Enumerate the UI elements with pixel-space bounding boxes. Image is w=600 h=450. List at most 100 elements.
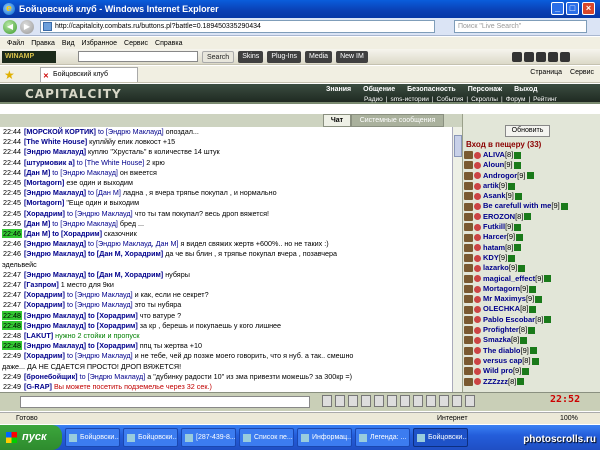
user-list-item[interactable]: Futkill [9] [464, 222, 592, 232]
user-info-icon[interactable] [514, 244, 522, 252]
chat-recipient[interactable]: to [Эндрю Маклауд] [52, 219, 118, 228]
user-name[interactable]: Smazka [483, 335, 511, 345]
filter-icon[interactable] [348, 395, 358, 407]
user-name[interactable]: versus cap [483, 356, 522, 366]
user-list-item[interactable]: Pablo Escobar [8] [464, 315, 592, 325]
chat-sender[interactable]: [G-RAP] [24, 382, 52, 391]
user-name[interactable]: KDY [483, 253, 499, 263]
play-icon[interactable] [524, 51, 534, 62]
taskbar-item[interactable]: Легенда: ... [355, 428, 410, 447]
pause-icon[interactable] [536, 51, 546, 62]
user-info-icon[interactable] [524, 213, 532, 221]
chat-scrollbar[interactable] [452, 127, 462, 392]
media-button[interactable]: Media [305, 50, 333, 63]
nav-communication[interactable]: Общение [363, 86, 395, 93]
user-info-icon[interactable] [508, 182, 516, 190]
chat-sender[interactable]: [Хорадрим] [24, 300, 65, 309]
user-name[interactable]: Futkill [483, 222, 505, 232]
user-name[interactable]: EROZON [483, 212, 515, 222]
user-info-icon[interactable] [529, 347, 537, 355]
chat-sender[interactable]: [Эндрю Маклауд] [24, 311, 86, 320]
user-info-icon[interactable] [544, 316, 552, 324]
chat-private-recipient[interactable]: to [Дан М, Хорадрим] [88, 270, 163, 279]
back-button[interactable]: ◀ [3, 19, 17, 34]
inventory-icon[interactable] [413, 395, 423, 407]
user-info-icon[interactable] [514, 192, 522, 200]
browser-tab[interactable]: ✕ Бойцовский клуб [40, 67, 138, 82]
chat-private-recipient[interactable]: to [Дан М, Хорадрим] [88, 249, 163, 258]
minimize-button[interactable]: _ [551, 2, 564, 15]
subnav-link[interactable]: sms-истории [390, 96, 428, 103]
user-list-item[interactable]: Mortagorn [9] [464, 284, 592, 294]
menu-help[interactable]: Справка [155, 40, 182, 47]
user-name[interactable]: lazarko [483, 263, 509, 273]
chat-sender[interactable]: [Эндрю Маклауд] [24, 239, 86, 248]
menu-file[interactable]: Файл [7, 40, 24, 47]
user-list-item[interactable]: magical_effect [9] [464, 274, 592, 284]
forward-button[interactable]: ▶ [20, 19, 34, 34]
user-info-icon[interactable] [514, 223, 522, 231]
user-name[interactable]: Pablo Escobar [483, 315, 535, 325]
chat-sender[interactable]: [Дан М] [24, 219, 50, 228]
subnav-link[interactable]: Скроллы [471, 96, 498, 103]
user-info-icon[interactable] [508, 254, 516, 262]
chat-sender[interactable]: [Хорадрим] [24, 351, 65, 360]
user-name[interactable]: The diablo [483, 346, 521, 356]
chat-sender[interactable]: [Газпром] [24, 280, 59, 289]
user-info-icon[interactable] [560, 203, 568, 211]
user-info-icon[interactable] [529, 306, 537, 314]
chat-sender[interactable]: [Mortagorn] [24, 198, 64, 207]
user-name[interactable]: Asank [483, 191, 506, 201]
chat-sender[interactable]: [Хорадрим] [24, 209, 65, 218]
chat-recipient[interactable]: to [The White House] [77, 158, 145, 167]
tab-close-icon[interactable]: ✕ [43, 70, 49, 84]
user-list-item[interactable]: Profighter [8] [464, 325, 592, 335]
chat-private-recipient[interactable]: to [Хорадрим] [88, 321, 138, 330]
user-name[interactable]: ZZZzzz [483, 377, 508, 386]
user-name[interactable]: Mr Maximys [483, 294, 526, 304]
menu-edit[interactable]: Правка [31, 40, 55, 47]
refresh-button[interactable]: Обновить [505, 125, 550, 137]
map-icon[interactable] [400, 395, 410, 407]
nav-knowledge[interactable]: Знания [326, 86, 351, 93]
prev-icon[interactable] [512, 51, 522, 62]
chat-sender[interactable]: [бронебойщик] [24, 372, 78, 381]
chat-recipient[interactable]: to [Эндрю Маклауд] [52, 168, 118, 177]
user-name[interactable]: Harcer [483, 232, 507, 242]
chat-private-recipient[interactable]: to [Хорадрим] [88, 341, 138, 350]
chat-sender[interactable]: [Эндрю Маклауд] [24, 341, 86, 350]
menu-view[interactable]: Вид [62, 40, 75, 47]
subnav-link[interactable]: События [437, 96, 464, 103]
user-info-icon[interactable] [531, 357, 539, 365]
plugins-button[interactable]: Plug-Ins [267, 50, 301, 63]
taskbar-item[interactable]: Список пе... [239, 428, 294, 447]
chat-recipient[interactable]: to [Эндрю Маклауд, Дан М] [88, 239, 178, 248]
winamp-logo[interactable]: WINAMP [2, 50, 56, 63]
user-name[interactable]: Aloun [483, 160, 504, 170]
taskbar-item[interactable]: Бойцовски... [123, 428, 178, 447]
user-list-item[interactable]: Wild pro [9] [464, 366, 592, 376]
taskbar-item[interactable]: Информац... [297, 428, 352, 447]
next-icon[interactable] [560, 51, 570, 62]
chat-recipient[interactable]: to [Эндрю Маклауд] [67, 209, 133, 218]
chat-sender[interactable]: [МОРСКОЙ КОРТИК] [24, 127, 96, 136]
subnav-link[interactable]: Форум [506, 96, 526, 103]
user-name[interactable]: ALIVA [483, 150, 505, 160]
user-info-icon[interactable] [516, 234, 524, 242]
user-info-icon[interactable] [529, 285, 537, 293]
smile-icon[interactable] [322, 395, 332, 407]
user-list-item[interactable]: Be carefull with me [9] [464, 201, 592, 211]
user-list-item[interactable]: EROZON [8] [464, 212, 592, 222]
user-info-icon[interactable] [544, 275, 552, 283]
chat-sender[interactable]: [штурмовик а] [24, 158, 75, 167]
chat-recipient[interactable]: to [Эндрю Маклауд] [80, 372, 146, 381]
user-list-item[interactable]: OLECHKA [8] [464, 304, 592, 314]
taskbar-item[interactable]: Бойцовски... [413, 428, 468, 447]
user-list-item[interactable]: ALIVA [8] [464, 150, 592, 160]
translit-icon[interactable] [374, 395, 384, 407]
user-info-icon[interactable] [526, 172, 534, 180]
user-list-item[interactable]: artik [9] [464, 181, 592, 191]
page-menu[interactable]: Страница [530, 69, 562, 76]
user-list-item[interactable]: Aloun [9] [464, 160, 592, 170]
user-list-item[interactable]: Smazka [8] [464, 335, 592, 345]
